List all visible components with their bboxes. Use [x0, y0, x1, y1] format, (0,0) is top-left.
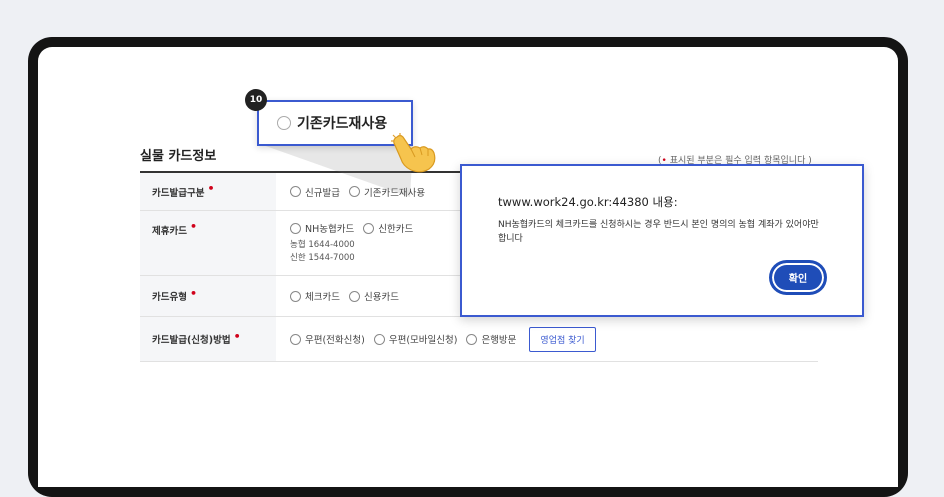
alert-dialog: twww.work24.go.kr:44380 내용: NH농협카드의 체크카드… — [460, 164, 864, 317]
find-branch-button[interactable]: 영업점 찾기 — [529, 326, 596, 352]
radio-circle-icon[interactable] — [373, 333, 385, 345]
radio-circle-icon[interactable] — [348, 290, 360, 302]
alert-origin: twww.work24.go.kr:44380 내용: — [498, 195, 678, 209]
radio-shinhan-card[interactable]: 신한카드 — [363, 221, 413, 235]
radio-nh-card[interactable]: NH농협카드 — [290, 221, 354, 235]
radio-circle-icon[interactable] — [277, 116, 291, 130]
row-issue-method: 카드발급(신청)방법 • 우편(전화신청) 우편(모바일신청) 은행방문 영업점 … — [140, 317, 818, 362]
confirm-button[interactable]: 확인 — [770, 261, 826, 294]
row-label: 제휴카드 • — [140, 211, 276, 275]
radio-circle-icon[interactable] — [363, 222, 375, 234]
radio-circle-icon[interactable] — [290, 186, 301, 197]
required-mark: • — [189, 220, 197, 233]
row-label: 카드발급구분 • — [140, 173, 276, 210]
radio-bank-visit[interactable]: 은행방문 — [466, 332, 516, 346]
radio-circle-icon[interactable] — [466, 333, 478, 345]
row-label: 카드발급(신청)방법 • — [140, 317, 276, 361]
browser-screen: 실물 카드정보 (• 표시된 부분은 필수 입력 항목입니다 ) 카드발급구분 •… — [38, 47, 898, 487]
radio-mail-mobile[interactable]: 우편(모바일신청) — [373, 332, 457, 346]
required-mark: • — [207, 182, 215, 195]
radio-check-card[interactable]: 체크카드 — [290, 289, 340, 303]
phone-shinhan: 신한 1544-7000 — [290, 253, 355, 263]
radio-reuse-card[interactable]: 기존카드재사용 — [348, 185, 425, 199]
phone-nh: 농협 1644-4000 — [290, 240, 355, 250]
alert-message: NH농협카드의 체크카드를 신청하시는 경우 반드시 본인 명의의 농협 계좌가… — [498, 220, 819, 244]
required-mark: • — [189, 286, 197, 300]
radio-credit-card[interactable]: 신용카드 — [348, 289, 399, 303]
section-title: 실물 카드정보 — [140, 149, 217, 164]
radio-new-issue[interactable]: 신규발급 — [290, 185, 340, 199]
radio-mail-phone[interactable]: 우편(전화신청) — [290, 332, 365, 346]
required-mark: • — [233, 329, 241, 343]
radio-circle-icon[interactable] — [290, 333, 301, 345]
radio-circle-icon[interactable] — [348, 186, 360, 197]
step-badge: 10 — [245, 89, 267, 111]
radio-circle-icon[interactable] — [290, 290, 301, 302]
row-label: 카드유형 • — [140, 276, 276, 316]
radio-circle-icon[interactable] — [290, 222, 301, 234]
highlight-reuse-card[interactable]: 기존카드재사용 — [257, 100, 413, 146]
pointing-hand-icon — [391, 133, 436, 173]
